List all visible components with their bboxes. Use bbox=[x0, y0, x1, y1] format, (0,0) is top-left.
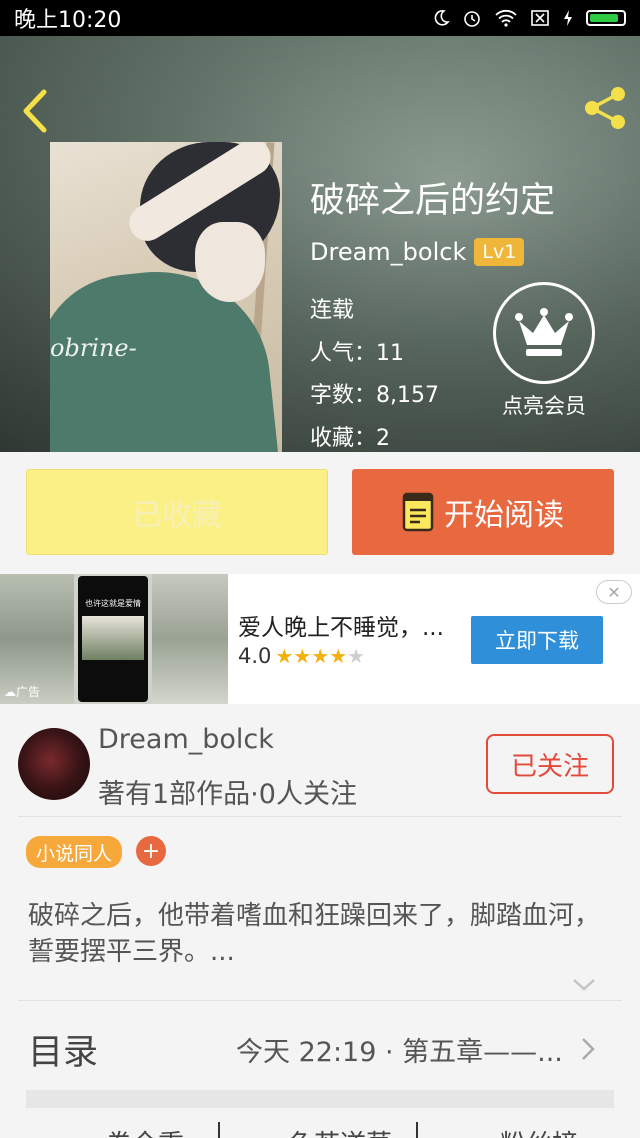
tab-separator bbox=[218, 1122, 220, 1138]
section-separator bbox=[26, 1090, 614, 1108]
status-time: 晚上10:20 bbox=[14, 8, 122, 33]
star-filled-icon: ★ bbox=[329, 643, 348, 668]
action-bar: 已收藏 开始阅读 bbox=[0, 452, 640, 574]
ad-phone-caption: 也许这就是爱情 bbox=[85, 599, 141, 608]
start-reading-button[interactable]: 开始阅读 bbox=[352, 469, 614, 555]
bottom-tabs: 卷全重 色若逆莫 粉丝榜 bbox=[0, 1114, 640, 1138]
alarm-icon bbox=[464, 11, 480, 27]
follow-button[interactable]: 已关注 bbox=[486, 734, 614, 794]
share-icon[interactable] bbox=[582, 84, 628, 132]
ad-phone-preview: 也许这就是爱情 bbox=[78, 576, 148, 702]
table-of-contents-row[interactable]: 目录 今天 22:19 · 第五章——... bbox=[0, 1008, 640, 1088]
book-title: 破碎之后的约定 bbox=[310, 181, 556, 221]
book-icon bbox=[402, 492, 434, 532]
tab-separator bbox=[416, 1122, 418, 1138]
ad-image[interactable]: 也许这就是爱情 ☁广告 bbox=[0, 574, 228, 704]
back-icon[interactable] bbox=[16, 86, 56, 136]
vip-circle bbox=[493, 282, 595, 384]
star-empty-icon: ★ bbox=[347, 643, 366, 668]
vip-button[interactable]: 点亮会员 bbox=[492, 282, 596, 420]
book-cover[interactable]: obrine- bbox=[50, 142, 282, 452]
divider bbox=[18, 1000, 622, 1001]
collected-button[interactable]: 已收藏 bbox=[26, 469, 328, 555]
star-filled-icon: ★ bbox=[293, 643, 312, 668]
ad-stars: ★★★★★ bbox=[275, 646, 365, 667]
moon-icon bbox=[434, 10, 450, 26]
divider bbox=[18, 816, 622, 817]
battery-icon bbox=[586, 10, 626, 26]
chevron-down-icon[interactable] bbox=[570, 974, 598, 994]
tab-1[interactable]: 色若逆莫 bbox=[288, 1124, 392, 1138]
star-filled-icon: ★ bbox=[311, 643, 330, 668]
author-panel-name[interactable]: Dream_bolck bbox=[98, 724, 274, 755]
category-tag[interactable]: 小说同人 bbox=[26, 836, 123, 868]
start-reading-label: 开始阅读 bbox=[444, 498, 564, 533]
author-name[interactable]: Dream_bolck bbox=[310, 238, 466, 266]
level-badge: Lv1 bbox=[474, 238, 525, 266]
charging-icon bbox=[564, 10, 572, 26]
cover-signature: obrine- bbox=[50, 334, 137, 362]
star-filled-icon: ★ bbox=[275, 643, 294, 668]
no-sim-icon bbox=[531, 10, 549, 26]
ad-rating-value: 4.0 bbox=[238, 644, 272, 668]
book-favorites: 收藏：2 bbox=[310, 426, 390, 451]
book-popularity: 人气：11 bbox=[310, 341, 404, 366]
ad-banner[interactable]: 也许这就是爱情 ☁广告 爱人晚上不睡觉，... 4.0 ★★★★★ 立即下载 ✕ bbox=[0, 574, 640, 704]
ad-rating: 4.0 ★★★★★ bbox=[238, 644, 365, 668]
add-tag-button[interactable]: + bbox=[136, 836, 166, 866]
ad-title[interactable]: 爱人晚上不睡觉，... bbox=[238, 608, 444, 642]
chevron-right-icon bbox=[582, 1038, 595, 1060]
book-header: obrine- 破碎之后的约定 Dream_bolck Lv1 连载 人气：11… bbox=[0, 36, 640, 452]
crown-icon bbox=[515, 308, 573, 356]
ad-download-button[interactable]: 立即下载 bbox=[471, 616, 603, 664]
toc-latest-chapter: 今天 22:19 · 第五章——... bbox=[236, 1037, 563, 1068]
ad-tag: ☁广告 bbox=[4, 685, 41, 699]
wifi-icon bbox=[495, 9, 517, 27]
book-status: 连载 bbox=[310, 298, 355, 323]
toc-label: 目录 bbox=[28, 1033, 99, 1073]
vip-label: 点亮会员 bbox=[502, 394, 586, 418]
author-panel: Dream_bolck 著有1部作品·0人关注 已关注 小说同人 + 破碎之后，… bbox=[0, 712, 640, 1138]
author-row: Dream_bolck Lv1 bbox=[310, 238, 525, 266]
tab-2[interactable]: 粉丝榜 bbox=[500, 1124, 578, 1138]
status-icons bbox=[432, 8, 626, 28]
avatar[interactable] bbox=[18, 728, 90, 800]
book-word-count: 字数：8,157 bbox=[310, 383, 439, 408]
close-icon[interactable]: ✕ bbox=[596, 580, 632, 604]
status-bar: 晚上10:20 bbox=[0, 0, 640, 36]
tab-0[interactable]: 卷全重 bbox=[106, 1124, 184, 1138]
author-panel-subtitle: 著有1部作品·0人关注 bbox=[98, 779, 357, 810]
book-description: 破碎之后，他带着嗜血和狂躁回来了，脚踏血河，誓要摆平三界。... bbox=[28, 901, 601, 967]
